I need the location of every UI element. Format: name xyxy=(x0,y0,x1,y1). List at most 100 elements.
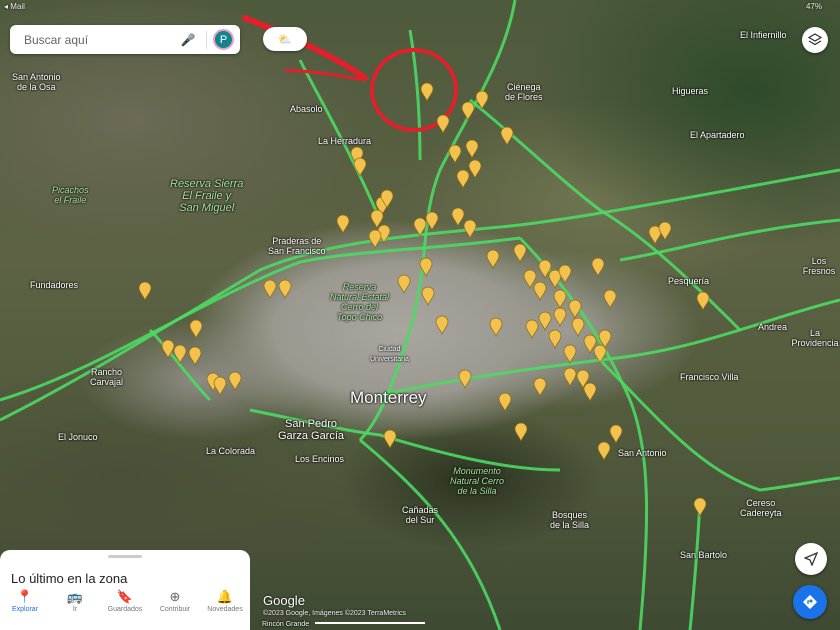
account-avatar[interactable]: P xyxy=(213,29,234,50)
place-pin[interactable] xyxy=(419,257,433,277)
place-pin[interactable] xyxy=(558,264,572,284)
label-el-infiernillo: El Infiernillo xyxy=(740,30,787,40)
place-pin[interactable] xyxy=(425,211,439,231)
nav-guardados[interactable]: 🔖 Guardados xyxy=(100,584,150,630)
place-pin[interactable] xyxy=(525,319,539,339)
label-topo-chico: Reserva Natural Estatal Cerro del Topo C… xyxy=(330,282,390,322)
place-pin[interactable] xyxy=(597,441,611,461)
place-pin[interactable] xyxy=(591,257,605,277)
place-pin[interactable] xyxy=(263,279,277,299)
nav-ir[interactable]: 🚌 Ir xyxy=(50,584,100,630)
place-pin[interactable] xyxy=(533,281,547,301)
place-pin[interactable] xyxy=(435,315,449,335)
place-pin[interactable] xyxy=(420,82,434,102)
place-pin[interactable] xyxy=(138,281,152,301)
map-attribution[interactable]: ©2023 Google, Imágenes ©2023 TerraMetric… xyxy=(263,610,406,617)
place-pin[interactable] xyxy=(514,422,528,442)
place-pin[interactable] xyxy=(465,139,479,159)
place-pin[interactable] xyxy=(436,114,450,134)
location-pin-icon: 📍 xyxy=(16,589,34,604)
weather-chip[interactable]: ⛅ xyxy=(263,27,307,51)
label-la-herradura: La Herradura xyxy=(318,136,372,146)
place-pin[interactable] xyxy=(513,243,527,263)
sheet-drag-handle[interactable] xyxy=(108,555,142,558)
place-pin[interactable] xyxy=(693,497,707,517)
place-pin[interactable] xyxy=(463,219,477,239)
status-battery: 47% xyxy=(805,2,822,11)
place-pin[interactable] xyxy=(498,392,512,412)
nav-label: Ir xyxy=(72,606,78,613)
label-higueras: Higueras xyxy=(672,86,709,96)
commute-icon: 🚌 xyxy=(66,589,84,604)
nav-explorar[interactable]: 📍 Explorar xyxy=(0,584,50,630)
place-pin[interactable] xyxy=(468,159,482,179)
microphone-icon[interactable]: 🎤 xyxy=(176,33,200,47)
label-ciudad-universitaria: Ciudad Universitaria xyxy=(370,346,409,363)
place-pin[interactable] xyxy=(451,207,465,227)
place-pin[interactable] xyxy=(489,317,503,337)
nav-novedades[interactable]: 🔔 Novedades xyxy=(200,584,250,630)
place-pin[interactable] xyxy=(461,101,475,121)
place-pin[interactable] xyxy=(188,346,202,366)
place-pin[interactable] xyxy=(189,319,203,339)
label-la-providencia: La Providencia xyxy=(791,328,839,348)
google-logo: Google xyxy=(263,593,305,608)
place-pin[interactable] xyxy=(213,376,227,396)
nav-label: Novedades xyxy=(207,606,243,613)
scale-bar xyxy=(315,622,425,624)
layers-button[interactable] xyxy=(802,27,828,53)
place-pin[interactable] xyxy=(448,144,462,164)
bottom-navigation: 📍 Explorar 🚌 Ir 🔖 Guardados ⊕ Contribuir 🔔 No… xyxy=(0,584,250,630)
label-abasolo: Abasolo xyxy=(290,104,323,114)
place-pin[interactable] xyxy=(173,344,187,364)
label-cadereyta: Cereso Cadereyta xyxy=(740,498,782,518)
satellite-map[interactable]: El Infiernillo San Antonio de la Osa Pic… xyxy=(0,0,840,630)
place-pin[interactable] xyxy=(523,269,537,289)
place-pin[interactable] xyxy=(563,344,577,364)
place-pin[interactable] xyxy=(397,274,411,294)
place-pin[interactable] xyxy=(548,329,562,349)
nav-contribuir[interactable]: ⊕ Contribuir xyxy=(150,584,200,630)
place-pin[interactable] xyxy=(609,424,623,444)
place-pin[interactable] xyxy=(486,249,500,269)
place-pin[interactable] xyxy=(568,299,582,319)
place-pin[interactable] xyxy=(538,311,552,331)
nav-label: Explorar xyxy=(11,606,39,613)
label-apartadero: El Apartadero xyxy=(690,130,745,140)
place-pin[interactable] xyxy=(500,126,514,146)
place-pin[interactable] xyxy=(696,291,710,311)
place-pin[interactable] xyxy=(603,289,617,309)
place-pin[interactable] xyxy=(353,157,367,177)
label-rincon-grande: Rincón Grande xyxy=(262,621,310,628)
directions-button[interactable] xyxy=(793,585,827,619)
place-pin[interactable] xyxy=(413,217,427,237)
place-pin[interactable] xyxy=(421,286,435,306)
place-pin[interactable] xyxy=(593,344,607,364)
place-pin[interactable] xyxy=(368,229,382,249)
place-pin[interactable] xyxy=(278,279,292,299)
place-pin[interactable] xyxy=(533,377,547,397)
place-pin[interactable] xyxy=(658,221,672,241)
label-fundadores: Fundadores xyxy=(30,280,79,290)
search-input[interactable]: Buscar aquí xyxy=(10,33,176,47)
place-pin[interactable] xyxy=(456,169,470,189)
place-pin[interactable] xyxy=(475,90,489,110)
label-monterrey: Monterrey xyxy=(350,388,427,407)
place-pin[interactable] xyxy=(383,429,397,449)
add-circle-icon: ⊕ xyxy=(169,589,181,604)
divider xyxy=(206,30,207,49)
status-back[interactable]: ◂ Mail xyxy=(4,2,25,11)
place-pin[interactable] xyxy=(553,307,567,327)
place-pin[interactable] xyxy=(228,371,242,391)
place-pin[interactable] xyxy=(161,339,175,359)
search-bar[interactable]: Buscar aquí 🎤 P xyxy=(10,25,240,54)
place-pin[interactable] xyxy=(336,214,350,234)
place-pin[interactable] xyxy=(563,367,577,387)
place-pin[interactable] xyxy=(458,369,472,389)
place-pin[interactable] xyxy=(583,382,597,402)
recenter-button[interactable] xyxy=(795,543,827,575)
place-pin[interactable] xyxy=(553,289,567,309)
label-los-fresnos: Los Fresnos xyxy=(802,256,836,276)
place-pin[interactable] xyxy=(571,317,585,337)
label-cerro-silla: Monumento Natural Cerro de la Silla xyxy=(450,466,505,496)
